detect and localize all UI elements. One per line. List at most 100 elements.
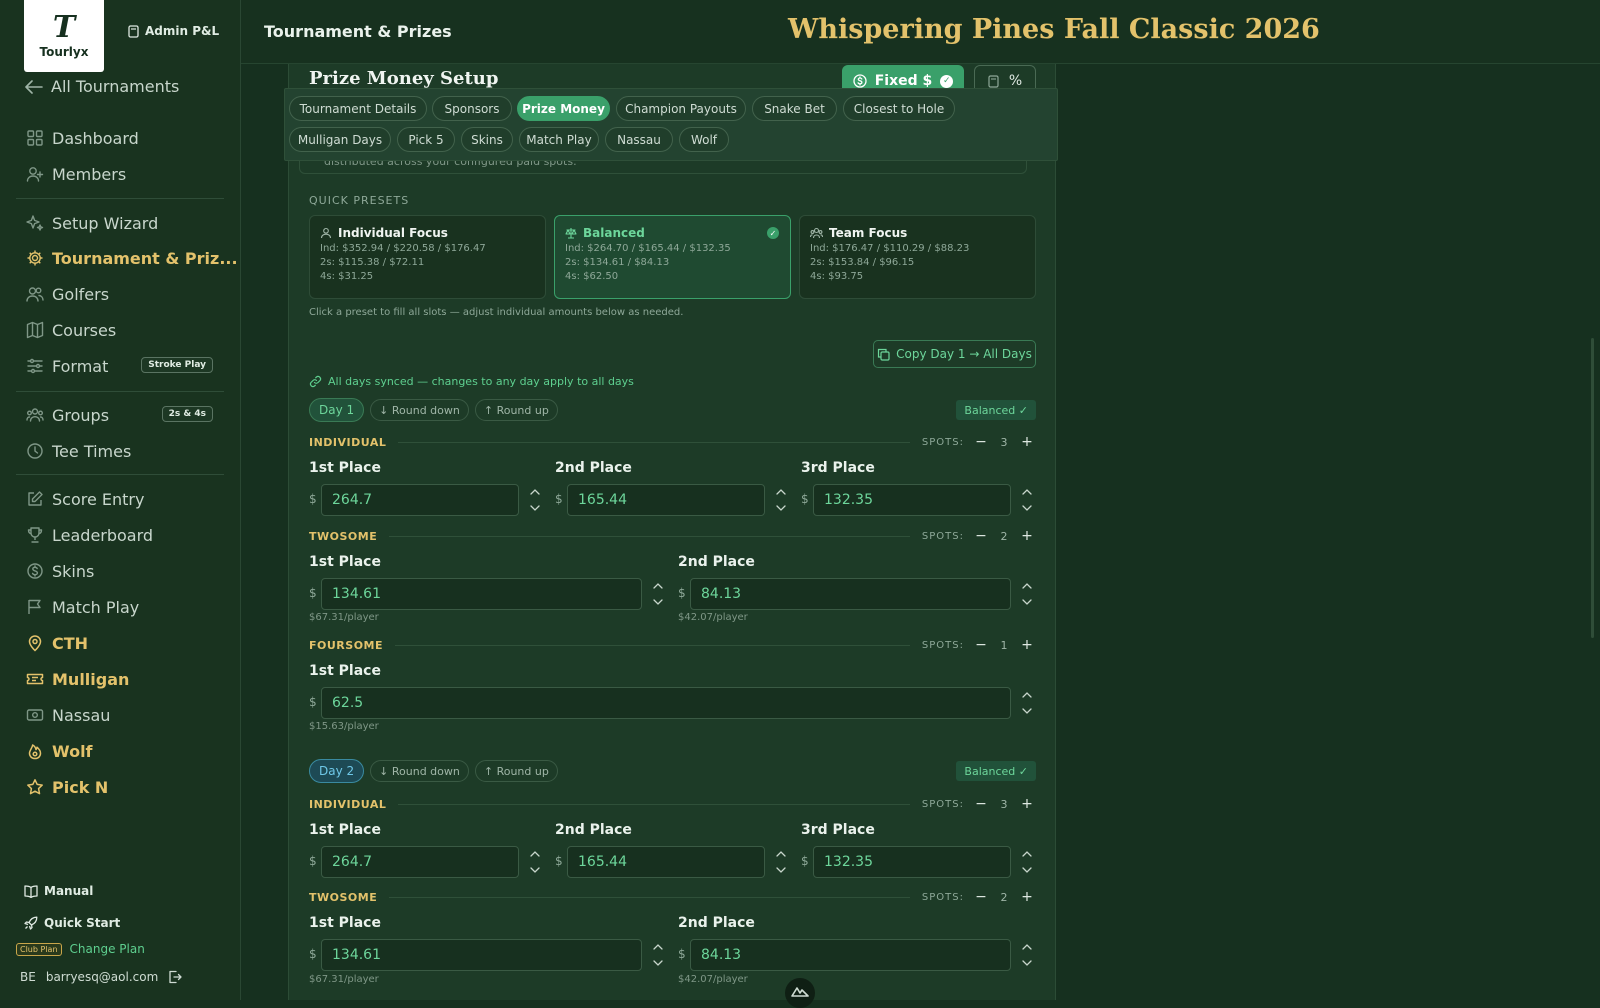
tab-snake-bet[interactable]: Snake Bet [752,96,837,121]
prize-input-group: $ 132.35 [801,846,1038,878]
copy-label: Copy Day 1 → All Days [896,347,1032,361]
copy-day1-all-button[interactable]: Copy Day 1 → All Days [873,340,1036,368]
tab-pick-5[interactable]: Pick 5 [397,127,455,152]
spots-value: 3 [1000,435,1008,449]
round-up-button[interactable]: ↑ Round up [474,399,558,421]
prize-amount-input[interactable]: 165.44 [567,484,765,516]
stepper-arrows-icon[interactable] [1019,578,1035,610]
tab-champion-payouts[interactable]: Champion Payouts [616,96,746,121]
stepper-arrows-icon[interactable] [1019,484,1035,516]
prize-amount-input[interactable]: 62.5 [321,687,1011,719]
prize-amount-input[interactable]: 84.13 [690,578,1011,610]
prize-amount-input[interactable]: 84.13 [690,939,1011,971]
stepper-arrows-icon[interactable] [773,846,789,878]
sidebar-item-dashboard[interactable]: Dashboard [26,125,139,151]
sidebar-item-wolf[interactable]: Wolf [26,738,93,764]
preset-title-text: Individual Focus [338,226,448,240]
app-logo[interactable]: T Tourlyx [24,0,104,72]
sparkles-icon [26,215,44,231]
admin-pl-link[interactable]: Admin P&L [128,24,219,38]
tab-wolf[interactable]: Wolf [679,127,729,152]
tab-nassau[interactable]: Nassau [605,127,673,152]
spots-value: 3 [1000,797,1008,811]
sidebar-item-label: Courses [52,320,117,340]
spots-decrement-button[interactable]: − [972,888,990,906]
stepper-arrows-icon[interactable] [1019,687,1035,719]
round-down-button[interactable]: ↓ Round down [370,399,469,421]
tab-tournament-details[interactable]: Tournament Details [289,96,427,121]
sidebar-item-match-play[interactable]: Match Play [26,594,139,620]
prize-amount-input[interactable]: 134.61 [321,939,642,971]
sidebar-item-mulligan[interactable]: Mulligan [26,666,129,692]
flame-icon [28,744,42,760]
sidebar: T Tourlyx Admin P&L All Tournaments Dash… [0,0,241,1000]
prize-amount-input[interactable]: 264.7 [321,484,519,516]
stepper-arrows-icon[interactable] [527,846,543,878]
prize-amount-input[interactable]: 165.44 [567,846,765,878]
sidebar-item-score-entry[interactable]: Score Entry [26,486,144,512]
quick-start-link[interactable]: Quick Start [24,916,120,930]
preset-balanced[interactable]: Balanced Ind: $264.70 / $165.44 / $132.3… [554,215,791,299]
link-icon [309,375,322,388]
tab-closest-to-hole[interactable]: Closest to Hole [843,96,955,121]
logout-icon[interactable] [168,970,182,984]
back-all-tournaments[interactable]: All Tournaments [25,77,179,96]
prize-amount-input[interactable]: 132.35 [813,846,1011,878]
tab-skins[interactable]: Skins [461,127,513,152]
spots-increment-button[interactable]: + [1018,888,1036,906]
preset-hint: Click a preset to fill all slots — adjus… [309,307,684,318]
tab-prize-money[interactable]: Prize Money [517,96,610,121]
day2-pill[interactable]: Day 2 [309,759,365,783]
stepper-arrows-icon[interactable] [1019,939,1035,971]
sidebar-item-nassau[interactable]: Nassau [26,702,110,728]
spots-decrement-button[interactable]: − [972,433,990,451]
spots-decrement-button[interactable]: − [972,795,990,813]
map-icon [26,321,44,339]
sidebar-item-pick-n[interactable]: Pick N [26,774,108,800]
preset-team-focus[interactable]: Team Focus Ind: $176.47 / $110.29 / $88.… [799,215,1036,299]
preset-line: 4s: $62.50 [565,271,619,282]
spots-increment-button[interactable]: + [1018,795,1036,813]
round-down-button[interactable]: ↓ Round down [370,760,469,782]
stepper-arrows-icon[interactable] [773,484,789,516]
section-title: TWOSOME [309,890,378,904]
sidebar-item-golfers[interactable]: Golfers [26,281,109,307]
user-icon [320,227,332,239]
spots-increment-button[interactable]: + [1018,636,1036,654]
tab-sponsors[interactable]: Sponsors [432,96,512,121]
sidebar-item-label: Tee Times [52,441,132,461]
prize-amount-input[interactable]: 132.35 [813,484,1011,516]
spots-decrement-button[interactable]: − [972,636,990,654]
stepper-arrows-icon[interactable] [650,939,666,971]
sidebar-item-tee-times[interactable]: Tee Times [26,438,131,464]
prize-amount-input[interactable]: 134.61 [321,578,642,610]
sidebar-item-leaderboard[interactable]: Leaderboard [26,522,153,548]
sidebar-item-courses[interactable]: Courses [26,317,116,343]
spots-increment-button[interactable]: + [1018,433,1036,451]
spots-increment-button[interactable]: + [1018,527,1036,545]
dollar-sign: $ [309,492,317,506]
sidebar-item-setup-wizard[interactable]: Setup Wizard [26,210,158,236]
prize-amount-input[interactable]: 264.7 [321,846,519,878]
plan-row: Club Plan Change Plan [16,942,145,956]
sidebar-item-skins[interactable]: Skins [26,558,94,584]
stepper-arrows-icon[interactable] [527,484,543,516]
ticket-icon [26,673,44,685]
spots-decrement-button[interactable]: − [972,527,990,545]
tab-match-play[interactable]: Match Play [519,127,599,152]
sidebar-item-cth[interactable]: CTH [26,630,88,656]
tab-mulligan-days[interactable]: Mulligan Days [289,127,391,152]
change-plan-link[interactable]: Change Plan [70,942,145,956]
page-scrollbar[interactable] [1591,338,1594,638]
sidebar-item-groups[interactable]: Groups [26,402,109,428]
stepper-arrows-icon[interactable] [1019,846,1035,878]
round-up-button[interactable]: ↑ Round up [474,760,558,782]
devtools-toggle-icon[interactable] [785,978,815,1008]
sidebar-item-tournament-prizes[interactable]: Tournament & Priz... [26,245,238,271]
day1-pill[interactable]: Day 1 [309,398,365,422]
sidebar-item-label: CTH [52,633,89,653]
sidebar-item-members[interactable]: Members [26,161,126,187]
stepper-arrows-icon[interactable] [650,578,666,610]
manual-link[interactable]: Manual [24,884,93,898]
preset-individual-focus[interactable]: Individual Focus Ind: $352.94 / $220.58 … [309,215,546,299]
